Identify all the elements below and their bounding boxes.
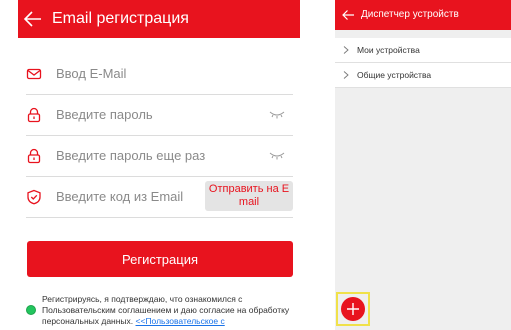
plus-icon [347, 303, 359, 315]
add-device-button[interactable] [341, 297, 365, 321]
password-field[interactable]: Введите пароль [26, 97, 293, 136]
email-placeholder: Ввод E-Mail [56, 66, 127, 81]
password-repeat-field[interactable]: Введите пароль еще раз [26, 138, 293, 177]
user-agreement-link[interactable]: <<Пользовательское с [136, 316, 225, 326]
lock-icon [27, 148, 41, 164]
agree-radio[interactable] [26, 305, 36, 315]
password-placeholder: Введите пароль [56, 107, 153, 122]
chevron-right-icon [343, 71, 349, 79]
lock-icon [27, 107, 41, 123]
password-repeat-placeholder: Введите пароль еще раз [56, 148, 206, 163]
email-field[interactable]: Ввод E-Mail [26, 56, 293, 95]
list-item-label: Мои устройства [357, 45, 420, 55]
list-item-my-devices[interactable]: Мои устройства [335, 38, 511, 63]
back-arrow-icon[interactable] [341, 8, 355, 22]
eye-closed-icon[interactable] [269, 151, 285, 161]
back-arrow-icon[interactable] [22, 8, 44, 30]
eye-closed-icon[interactable] [269, 110, 285, 120]
email-code-placeholder: Введите код из Email [56, 189, 184, 204]
email-code-field[interactable]: Введите код из Email Отправить на E mail [26, 179, 293, 218]
list-item-label: Общие устройства [357, 70, 432, 80]
list-item-shared-devices[interactable]: Общие устройства [335, 63, 511, 88]
register-button[interactable]: Регистрация [27, 241, 293, 277]
header-bar: Диспетчер устройств [335, 0, 511, 30]
send-code-button[interactable]: Отправить на E mail [205, 181, 293, 211]
fab-highlight [336, 292, 370, 326]
envelope-icon [26, 68, 42, 80]
page-title: Email регистрация [52, 10, 189, 27]
shield-check-icon [27, 189, 41, 205]
page-title: Диспетчер устройств [361, 9, 459, 20]
device-manager-screen: Диспетчер устройств Мои устройства Общие… [335, 0, 511, 330]
agreement-text: Регистрируясь, я подтверждаю, что ознако… [42, 294, 298, 327]
chevron-right-icon [343, 46, 349, 54]
email-registration-screen: Email регистрация Ввод E-Mail Введите па… [18, 0, 300, 330]
header-bar: Email регистрация [18, 0, 300, 38]
